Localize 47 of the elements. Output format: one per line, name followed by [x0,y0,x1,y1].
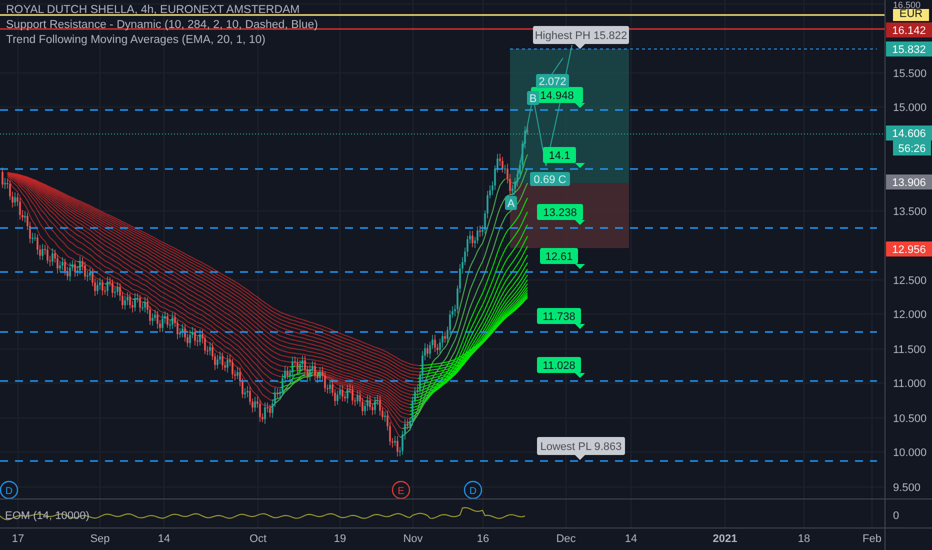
price-badge: 13.906 [886,174,932,190]
indicator-title: Trend Following Moving Averages (EMA, 20, 1, 10) [6,33,267,48]
level-label: 11.738 [537,308,585,329]
axis-tick-label: Nov [403,533,423,545]
price-badge: 15.832 [886,42,932,56]
level-label: 11.028 [537,357,585,378]
axis-tick-label: 15.000 [893,102,927,114]
axis-tick-label: 16 [476,533,490,545]
axis-tick-label: Dec [556,533,576,545]
axis-tick-label: 12.500 [893,275,927,287]
axis-tick-label: 18 [798,533,810,545]
axis-tick-label: 10.500 [893,413,927,425]
pattern-label: B [527,91,539,105]
price-badge: EUR [893,8,929,21]
pattern-label: A [505,196,517,210]
level-label: 14.1 [543,147,585,168]
price-badge: 12.956 [886,242,932,256]
axis-tick-label: Oct [249,533,267,545]
axis-tick-label: Feb [862,533,882,545]
symbol-title: ROYAL DUTCH SHELLA, 4h, EURONEXT AMSTERDAM [6,3,301,18]
event-marker: D [0,480,18,500]
axis-tick-label: 16.500 [893,0,921,10]
axis-tick-label: 17 [12,533,24,545]
axis-tick-label: 14 [624,533,638,545]
axis-tick-label: 11.500 [893,344,926,356]
pivot-label: Lowest PL 9.863 [537,437,625,460]
axis-tick-label: 10.000 [893,447,927,459]
axis-tick-label: 12.000 [893,309,927,321]
axis-tick-label: 0 [893,510,900,522]
axis-tick-label: 15.500 [893,68,927,80]
price-badge: 16.142 [886,22,932,38]
event-marker: E [392,480,410,500]
level-label: 12.61 [540,248,585,269]
price-badge: 56:26 [893,140,931,156]
axis-tick-label: 2021 [712,533,738,545]
axis-tick-label: 13.500 [893,206,927,218]
price-badge: 14.606 [886,126,932,140]
pattern-label: 0.69 C [530,172,570,186]
pivot-label: Highest PH 15.822 [533,26,629,49]
pattern-label: 2.072 [536,74,569,88]
axis-tick-label: 9.500 [893,482,921,494]
level-label: 13.238 [537,204,585,225]
axis-tick-label: 19 [334,533,346,545]
axis-tick-label: 11.000 [893,378,926,390]
axis-tick-label: Sep [90,533,110,545]
event-marker: D [464,480,482,500]
axis-tick-label: 14 [158,533,170,545]
